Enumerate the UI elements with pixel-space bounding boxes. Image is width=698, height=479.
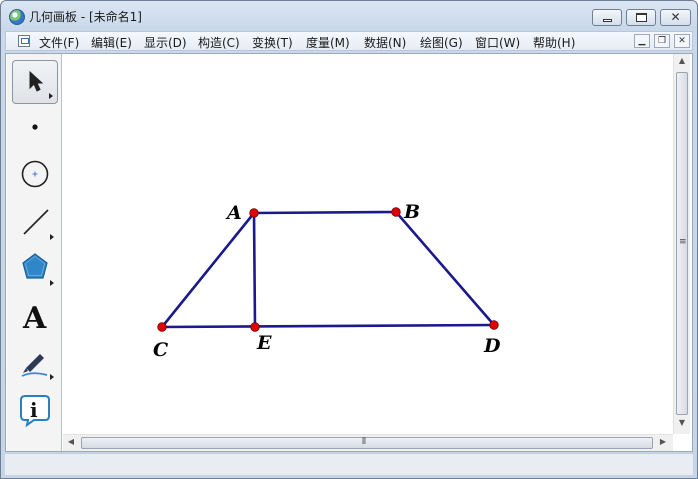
circle-icon (21, 160, 49, 188)
submenu-arrow-icon (50, 234, 54, 240)
segment-BD[interactable] (394, 210, 496, 327)
app-window: 几何画板 - [未命名1] ✕ 文件(F) 编辑(E) 显示(D) 构造(C) … (0, 0, 698, 479)
maximize-button[interactable] (626, 9, 656, 26)
scroll-right-icon[interactable]: ▶ (656, 436, 670, 450)
toolbox: A i (7, 54, 62, 451)
point-label-A[interactable]: A (225, 202, 242, 224)
grip-icon: ⦀ (362, 437, 366, 447)
point-label-B[interactable]: B (403, 201, 420, 223)
polygon-tool[interactable] (12, 246, 58, 290)
submenu-arrow-icon (49, 93, 53, 99)
window-title: 几何画板 - [未命名1] (29, 10, 142, 24)
geometry-figure: A B C D E (153, 201, 501, 361)
point-icon (32, 124, 38, 130)
horizontal-scrollbar[interactable]: ◀ ⦀ ▶ (63, 434, 673, 451)
marker-tool[interactable] (12, 340, 58, 384)
close-button[interactable]: ✕ (660, 9, 691, 26)
menu-measure[interactable]: 度量(M) (306, 34, 350, 51)
menu-bar: 文件(F) 编辑(E) 显示(D) 构造(C) 变换(T) 度量(M) 数据(N… (5, 31, 693, 51)
point-B[interactable] (391, 207, 401, 217)
horizontal-scroll-thumb[interactable] (81, 437, 653, 449)
point-label-C[interactable]: C (153, 339, 168, 361)
minimize-icon (603, 19, 612, 22)
maximize-icon (636, 13, 647, 22)
straightedge-tool[interactable] (12, 200, 58, 244)
selection-arrow-tool[interactable] (12, 60, 58, 104)
point-C[interactable] (157, 322, 167, 332)
menu-window[interactable]: 窗口(W) (475, 34, 520, 51)
sketch-canvas[interactable]: A B C D E (63, 54, 673, 434)
minimize-button[interactable] (592, 9, 622, 26)
point-label-E[interactable]: E (256, 332, 272, 354)
segment-AC[interactable] (160, 211, 256, 329)
menu-display[interactable]: 显示(D) (144, 34, 187, 51)
point-E[interactable] (250, 322, 260, 332)
grip-icon: ≡ (679, 237, 687, 247)
point-label-D[interactable]: D (483, 335, 501, 357)
doc-close-button[interactable]: ✕ (674, 34, 690, 48)
submenu-arrow-icon (50, 280, 54, 286)
segment-AB[interactable] (252, 210, 398, 215)
compass-tool[interactable] (12, 152, 58, 196)
title-bar: 几何画板 - [未命名1] ✕ (1, 1, 697, 31)
svg-text:i: i (30, 398, 38, 422)
text-a-icon: A (22, 301, 47, 336)
svg-text:A: A (22, 301, 47, 336)
scroll-down-icon[interactable]: ▼ (675, 417, 689, 431)
menu-transform[interactable]: 变换(T) (252, 34, 293, 51)
app-logo-icon (9, 9, 25, 25)
segment-CD[interactable] (160, 323, 496, 329)
menu-file[interactable]: 文件(F) (39, 34, 79, 51)
document-icon[interactable] (18, 35, 30, 47)
submenu-arrow-icon (50, 374, 54, 380)
status-bar (5, 453, 693, 475)
menu-graph[interactable]: 绘图(G) (420, 34, 463, 51)
scroll-left-icon[interactable]: ◀ (64, 436, 78, 450)
doc-restore-button[interactable]: ❐ (654, 34, 670, 48)
menu-construct[interactable]: 构造(C) (198, 34, 240, 51)
doc-minimize-button[interactable]: ▁ (634, 34, 650, 48)
segment-AE[interactable] (252, 211, 257, 329)
menu-help[interactable]: 帮助(H) (533, 34, 575, 51)
close-icon: ✕ (670, 10, 681, 24)
menu-edit[interactable]: 编辑(E) (91, 34, 132, 51)
information-icon: i (20, 395, 50, 428)
point-D[interactable] (489, 320, 499, 330)
point-A[interactable] (249, 208, 259, 218)
menu-data[interactable]: 数据(N) (364, 34, 406, 51)
point-tool[interactable] (12, 106, 58, 150)
scroll-up-icon[interactable]: ▲ (675, 55, 689, 69)
information-tool[interactable]: i (12, 388, 58, 432)
text-tool[interactable]: A (12, 294, 58, 338)
vertical-scrollbar[interactable]: ▲ ≡ ▼ (673, 54, 690, 434)
